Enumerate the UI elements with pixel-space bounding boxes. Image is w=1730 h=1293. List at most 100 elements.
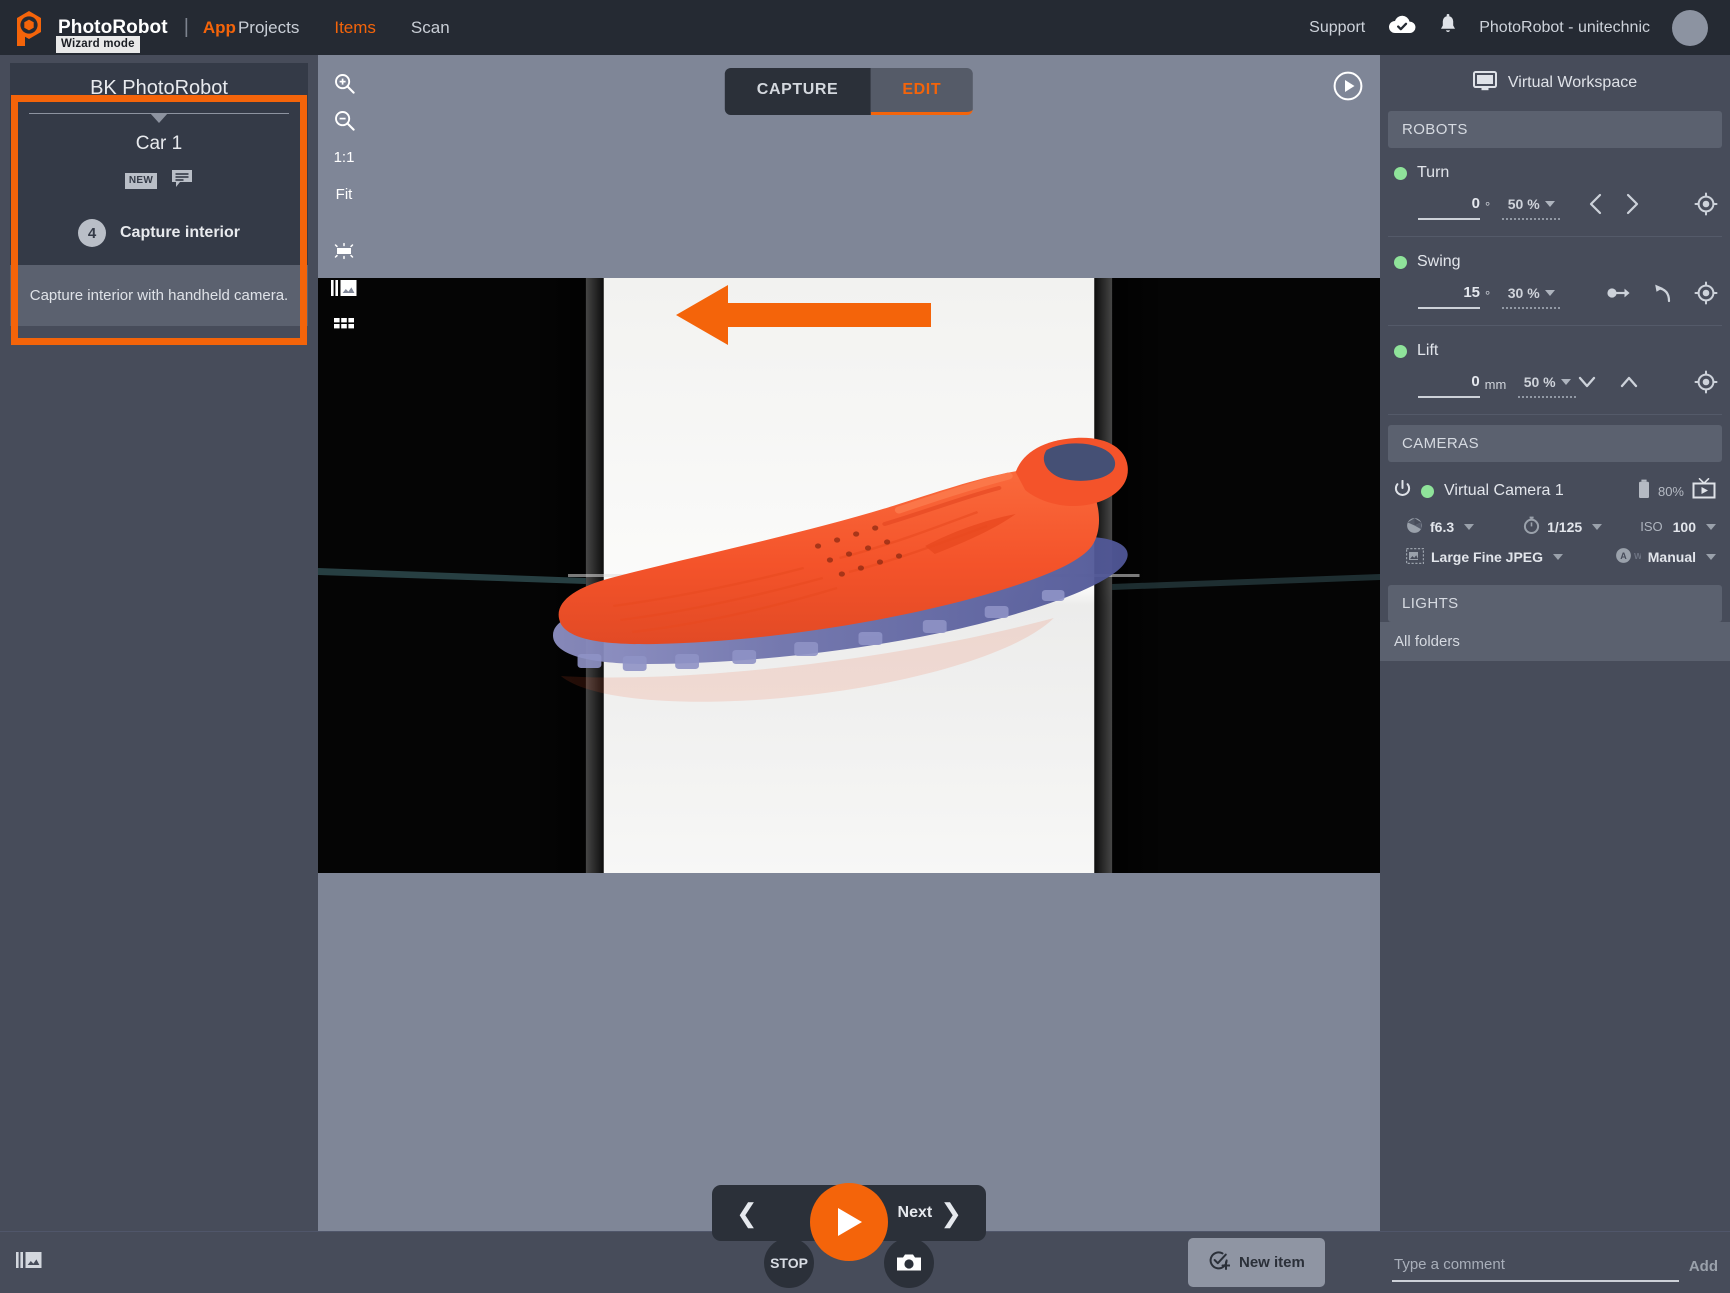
nav-item-app[interactable]: App xyxy=(203,18,236,38)
battery-level: 80% xyxy=(1658,484,1684,499)
camera-settings-row-1: f6.3 1/125 xyxy=(1380,510,1730,541)
cloud-check-icon[interactable] xyxy=(1387,14,1417,41)
image-quality-select[interactable]: Large Fine JPEG xyxy=(1406,548,1615,567)
start-capture-button[interactable] xyxy=(810,1183,888,1261)
robot-turn-label: Turn xyxy=(1388,158,1722,184)
support-link[interactable]: Support xyxy=(1309,19,1365,37)
swing-arc-icon[interactable] xyxy=(1652,282,1674,304)
stop-button[interactable]: STOP xyxy=(764,1238,814,1288)
power-icon[interactable] xyxy=(1394,480,1411,503)
shutter-speed-value: 1/125 xyxy=(1547,519,1582,535)
lift-home-target-icon[interactable] xyxy=(1694,370,1718,394)
swing-value-input[interactable]: 15 xyxy=(1418,284,1480,309)
avatar[interactable] xyxy=(1672,10,1708,46)
robot-swing-label: Swing xyxy=(1388,247,1722,273)
zoom-in-icon[interactable] xyxy=(326,65,362,101)
aperture-value: f6.3 xyxy=(1430,519,1454,535)
shutter-speed-select[interactable]: 1/125 xyxy=(1523,516,1640,537)
lift-value-input[interactable]: 0 xyxy=(1418,373,1480,398)
camera-settings-row-2: Large Fine JPEG A W Manual xyxy=(1380,541,1730,571)
iso-label: ISO xyxy=(1640,519,1662,534)
bell-icon[interactable] xyxy=(1439,14,1457,41)
wizard-item-icons: NEW xyxy=(26,169,292,193)
swing-speed-select[interactable]: 30 % xyxy=(1502,285,1560,309)
virtual-workspace-panel: Virtual Workspace ROBOTS Turn 0 ° 50 % xyxy=(1380,55,1730,1293)
workspace-header: Virtual Workspace xyxy=(1380,55,1730,111)
previous-step-button[interactable]: ❮ xyxy=(736,1200,758,1226)
lift-down-icon[interactable] xyxy=(1576,373,1598,391)
aperture-select[interactable]: f6.3 xyxy=(1406,517,1523,537)
nav-item-scan[interactable]: Scan xyxy=(411,18,450,38)
section-robots[interactable]: ROBOTS xyxy=(1388,111,1722,148)
camera-status-icons: 80% xyxy=(1638,478,1716,504)
lift-speed-select[interactable]: 50 % xyxy=(1518,374,1576,398)
next-step-button[interactable]: Next ❯ xyxy=(898,1200,962,1226)
chevron-down-icon xyxy=(1464,524,1474,530)
turn-speed-select[interactable]: 50 % xyxy=(1502,196,1560,220)
rotate-left-icon[interactable] xyxy=(1588,193,1604,215)
iso-value: 100 xyxy=(1673,519,1696,535)
camera-header: Virtual Camera 1 80% xyxy=(1380,468,1730,510)
preview-image xyxy=(318,278,1380,873)
zoom-out-icon[interactable] xyxy=(326,102,362,138)
rotate-right-icon[interactable] xyxy=(1624,193,1640,215)
viewer-panel: 1:1 Fit xyxy=(318,55,1380,1293)
chevron-down-icon xyxy=(1561,379,1571,385)
chevron-right-icon: ❯ xyxy=(940,1200,962,1226)
comment-input[interactable]: Type a comment xyxy=(1392,1256,1679,1282)
compare-icon[interactable] xyxy=(16,1250,42,1275)
app-body: BK PhotoRobot Car 1 NEW xyxy=(0,55,1730,1293)
top-right-actions: Support PhotoRobot - unitechnic xyxy=(1309,10,1708,46)
nav-item-items[interactable]: Items xyxy=(334,18,376,38)
main-nav: Projects Items Scan xyxy=(238,18,450,38)
robot-turn-controls: 0 ° 50 % xyxy=(1388,184,1722,230)
app-root: PhotoRobot | App Projects Items Scan Sup… xyxy=(0,0,1730,1293)
chevron-down-icon xyxy=(1553,554,1563,560)
account-name[interactable]: PhotoRobot - unitechnic xyxy=(1479,19,1650,37)
robot-lift-label: Lift xyxy=(1388,336,1722,362)
play-corner-button[interactable] xyxy=(1333,71,1363,106)
section-lights[interactable]: LIGHTS xyxy=(1388,585,1722,622)
zoom-fit-button[interactable]: Fit xyxy=(326,176,362,212)
status-dot-icon xyxy=(1394,345,1407,358)
shutter-button[interactable] xyxy=(884,1238,934,1288)
wizard-instruction-note: Capture interior with handheld camera. xyxy=(10,265,308,326)
status-dot-icon xyxy=(1421,485,1434,498)
swing-home-target-icon[interactable] xyxy=(1694,281,1718,305)
grid-icon[interactable] xyxy=(326,307,362,343)
chevron-down-icon xyxy=(1706,554,1716,560)
turn-home-target-icon[interactable] xyxy=(1694,192,1718,216)
brightness-icon[interactable] xyxy=(326,233,362,269)
wizard-item-name[interactable]: Car 1 xyxy=(26,133,292,155)
swing-speed-value: 30 % xyxy=(1508,285,1540,301)
lift-up-icon[interactable] xyxy=(1618,373,1640,391)
move-to-position-icon[interactable] xyxy=(1606,284,1632,302)
left-footer-bar xyxy=(0,1231,318,1293)
svg-text:W: W xyxy=(1634,551,1641,561)
compare-icon[interactable] xyxy=(326,270,362,306)
section-cameras[interactable]: CAMERAS xyxy=(1388,425,1722,462)
tab-edit[interactable]: EDIT xyxy=(870,68,973,115)
add-comment-button[interactable]: Add xyxy=(1689,1258,1718,1282)
viewer-tabs: CAPTURE EDIT xyxy=(725,68,973,115)
wizard-card: BK PhotoRobot Car 1 NEW xyxy=(10,63,308,265)
wizard-divider[interactable] xyxy=(29,113,289,127)
robot-name-text: Turn xyxy=(1417,164,1449,182)
turn-value-input[interactable]: 0 xyxy=(1418,195,1480,220)
white-balance-select[interactable]: A W Manual xyxy=(1615,547,1716,567)
nav-item-projects[interactable]: Projects xyxy=(238,18,299,38)
comment-icon[interactable] xyxy=(171,169,193,193)
zoom-actual-size-button[interactable]: 1:1 xyxy=(326,139,362,175)
top-navigation-bar: PhotoRobot | App Projects Items Scan Sup… xyxy=(0,0,1730,55)
new-item-button[interactable]: New item xyxy=(1188,1238,1325,1287)
stopwatch-icon xyxy=(1523,516,1540,537)
photorobot-logo-icon xyxy=(14,9,48,47)
iso-select[interactable]: ISO 100 xyxy=(1640,519,1716,535)
capture-preview-stage[interactable] xyxy=(318,278,1380,873)
status-dot-icon xyxy=(1394,167,1407,180)
chevron-down-icon xyxy=(1706,524,1716,530)
live-view-icon[interactable] xyxy=(1692,478,1716,504)
next-step-label: Next xyxy=(898,1204,933,1222)
all-folders-row[interactable]: All folders xyxy=(1380,622,1730,661)
tab-capture[interactable]: CAPTURE xyxy=(725,68,871,115)
